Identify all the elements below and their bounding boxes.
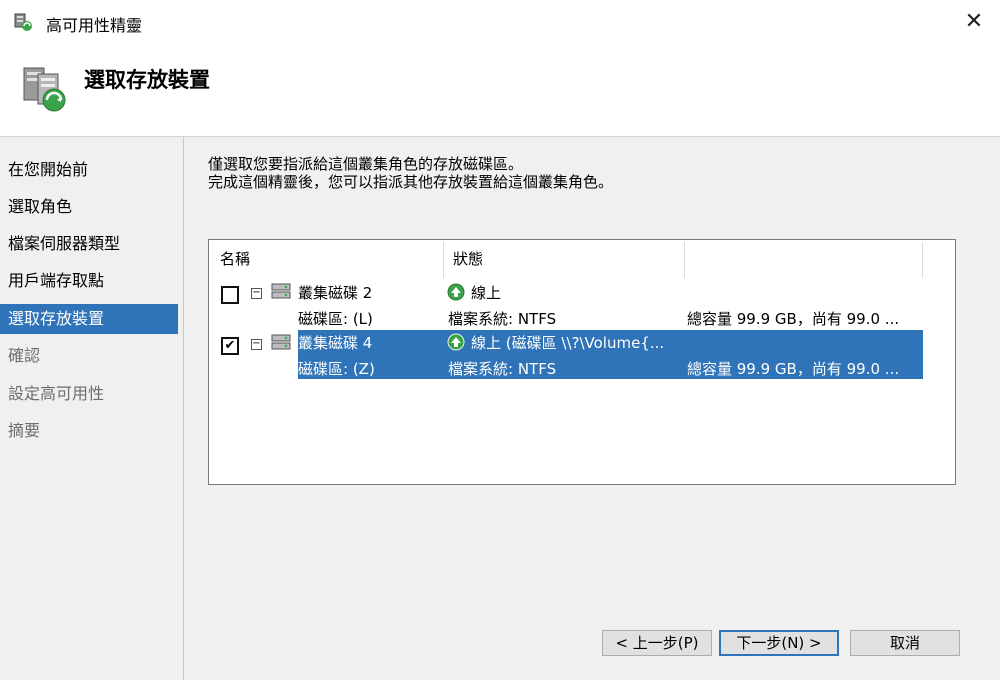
back-button[interactable]: < 上一步(P) [602, 630, 712, 656]
sidebar-divider [183, 137, 184, 680]
disk-icon [271, 283, 291, 299]
sidebar-item-select-role[interactable]: 選取角色 [0, 192, 178, 222]
sidebar-item-client-access-point[interactable]: 用戶端存取點 [0, 266, 178, 296]
sidebar-item-before-you-begin[interactable]: 在您開始前 [0, 155, 178, 185]
expander-button[interactable]: − [251, 288, 262, 299]
wizard-header: 選取存放裝置 [0, 44, 1000, 137]
page-title: 選取存放裝置 [84, 68, 210, 92]
disk-status: 線上 (磁碟區 \\?\Volume{... [471, 334, 665, 352]
instruction-line-1: 僅選取您要指派給這個叢集角色的存放磁碟區。 [208, 155, 524, 173]
column-separator [443, 242, 444, 278]
sidebar-item-file-server-type[interactable]: 檔案伺服器類型 [0, 229, 178, 259]
title-bar: 高可用性精靈 ✕ [0, 0, 1000, 44]
wizard-steps-sidebar: 在您開始前 選取角色 檔案伺服器類型 用戶端存取點 選取存放裝置 確認 設定高可… [0, 137, 180, 680]
disk-checkbox[interactable] [221, 286, 239, 304]
capacity-label: 總容量 99.9 GB，尚有 99.0 ... [687, 360, 900, 378]
server-cluster-icon [23, 67, 66, 112]
volume-label[interactable]: 磁碟區: (L) [298, 308, 373, 329]
disk-status: 線上 [471, 284, 502, 302]
disk-name[interactable]: 叢集磁碟 4 [298, 332, 372, 353]
column-header-name[interactable]: 名稱 [220, 248, 250, 269]
storage-list[interactable]: 名稱 狀態 − 叢集磁碟 2 線上 磁碟區: (L) 檔案系統: NTFS 總容… [208, 239, 956, 485]
window-title: 高可用性精靈 [46, 16, 143, 35]
volume-label[interactable]: 磁碟區: (Z) [298, 358, 375, 379]
content-area: 在您開始前 選取角色 檔案伺服器類型 用戶端存取點 選取存放裝置 確認 設定高可… [0, 137, 1000, 680]
capacity-label: 總容量 99.9 GB，尚有 99.0 ... [687, 310, 900, 328]
column-separator [922, 242, 923, 278]
sidebar-item-confirmation: 確認 [8, 346, 41, 365]
server-wizard-icon [14, 13, 32, 31]
online-arrow-icon [447, 333, 465, 351]
instruction-text: 僅選取您要指派給這個叢集角色的存放磁碟區。 完成這個精靈後，您可以指派其他存放裝… [208, 155, 613, 191]
disk-checkbox[interactable]: ✔ [221, 337, 239, 355]
instruction-line-2: 完成這個精靈後，您可以指派其他存放裝置給這個叢集角色。 [208, 173, 614, 191]
filesystem-label: 檔案系統: NTFS [448, 360, 557, 378]
sidebar-item-select-storage[interactable]: 選取存放裝置 [0, 304, 178, 334]
expander-button[interactable]: − [251, 339, 262, 350]
online-arrow-icon [447, 283, 465, 301]
cancel-button[interactable]: 取消 [850, 630, 960, 656]
filesystem-label: 檔案系統: NTFS [448, 310, 557, 328]
disk-icon [271, 334, 291, 350]
next-button[interactable]: 下一步(N) > [719, 630, 839, 656]
column-separator [684, 242, 685, 278]
close-button[interactable]: ✕ [960, 10, 988, 36]
sidebar-item-configure-high-availability: 設定高可用性 [8, 384, 105, 403]
column-header-status[interactable]: 狀態 [453, 248, 483, 269]
sidebar-item-summary: 摘要 [8, 421, 41, 440]
disk-name[interactable]: 叢集磁碟 2 [298, 282, 372, 303]
